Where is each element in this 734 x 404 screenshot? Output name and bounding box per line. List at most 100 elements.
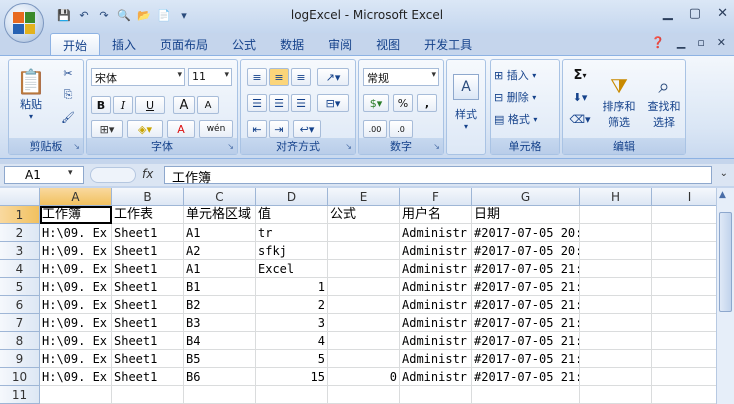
cell-e1[interactable]: 公式	[328, 206, 400, 224]
cell-a9[interactable]: H:\09. Ex	[40, 350, 112, 368]
row-header[interactable]: 3	[0, 242, 40, 260]
cell-g7[interactable]: #2017-07-05 21:48:45#	[472, 314, 580, 332]
cell-a11[interactable]	[40, 386, 112, 404]
cell-d2[interactable]: tr	[256, 224, 328, 242]
decrease-indent-icon[interactable]: ⇤	[247, 120, 267, 138]
cell-f4[interactable]: Administr	[400, 260, 472, 278]
tab-page-layout[interactable]: 页面布局	[148, 33, 220, 55]
cell-e7[interactable]	[328, 314, 400, 332]
cell-c2[interactable]: A1	[184, 224, 256, 242]
cell-b9[interactable]: Sheet1	[112, 350, 184, 368]
cell-e4[interactable]	[328, 260, 400, 278]
cell-c7[interactable]: B3	[184, 314, 256, 332]
cell-g2[interactable]: #2017-07-05 20:12:33#	[472, 224, 580, 242]
cell-e3[interactable]	[328, 242, 400, 260]
cell-e9[interactable]	[328, 350, 400, 368]
expand-formula-bar-icon[interactable]: ⌄	[720, 168, 728, 179]
wrap-text-icon[interactable]: ↩▾	[293, 120, 321, 138]
cell-g8[interactable]: #2017-07-05 21:48:46#	[472, 332, 580, 350]
cell-d6[interactable]: 2	[256, 296, 328, 314]
cell-f6[interactable]: Administr	[400, 296, 472, 314]
select-all-corner[interactable]	[0, 188, 40, 206]
cell-a2[interactable]: H:\09. Ex	[40, 224, 112, 242]
column-header-b[interactable]: B	[112, 188, 184, 206]
doc-minimize-icon[interactable]: ▁	[677, 36, 685, 49]
cell-f9[interactable]: Administr	[400, 350, 472, 368]
fill-color-icon[interactable]: ◈▾	[127, 120, 163, 138]
cell-g5[interactable]: #2017-07-05 21:48:44#	[472, 278, 580, 296]
font-color-button[interactable]: A	[167, 120, 195, 138]
underline-button[interactable]: U	[135, 96, 165, 114]
cell-c8[interactable]: B4	[184, 332, 256, 350]
cell-f1[interactable]: 用户名	[400, 206, 472, 224]
font-name-combo[interactable]: 宋体	[91, 68, 185, 86]
cell-a6[interactable]: H:\09. Ex	[40, 296, 112, 314]
maximize-icon[interactable]: ▢	[689, 6, 701, 21]
font-size-combo[interactable]: 11	[188, 68, 232, 86]
formula-bar-resize-handle[interactable]	[90, 167, 136, 183]
cell-c4[interactable]: A1	[184, 260, 256, 278]
insert-cells-button[interactable]: ⊞ 插入 ▾	[493, 66, 557, 84]
cell-g1[interactable]: 日期	[472, 206, 580, 224]
cell-b1[interactable]: 工作表	[112, 206, 184, 224]
fill-icon[interactable]: ⬇▾	[567, 88, 593, 106]
cell-d8[interactable]: 4	[256, 332, 328, 350]
cell-d5[interactable]: 1	[256, 278, 328, 296]
format-painter-icon[interactable]: 🖌	[59, 108, 77, 126]
align-middle-icon[interactable]: ≡	[269, 68, 289, 86]
copy-icon[interactable]: ⎘	[59, 86, 77, 104]
column-header-e[interactable]: E	[328, 188, 400, 206]
name-box-dropdown-icon[interactable]: ▾	[68, 168, 73, 178]
align-top-icon[interactable]: ≡	[247, 68, 267, 86]
cell-e10[interactable]: 0	[328, 368, 400, 386]
cell-h8[interactable]	[580, 332, 652, 350]
cell-c10[interactable]: B6	[184, 368, 256, 386]
cell-e5[interactable]	[328, 278, 400, 296]
cell-h1[interactable]	[580, 206, 652, 224]
cell-a5[interactable]: H:\09. Ex	[40, 278, 112, 296]
cell-c1[interactable]: 单元格区域	[184, 206, 256, 224]
cell-h5[interactable]	[580, 278, 652, 296]
cell-g10[interactable]: #2017-07-05 21:48:52#	[472, 368, 580, 386]
align-left-icon[interactable]: ☰	[247, 94, 267, 112]
column-header-c[interactable]: C	[184, 188, 256, 206]
column-header-a[interactable]: A	[40, 188, 112, 206]
cell-d4[interactable]: Excel	[256, 260, 328, 278]
sort-filter-button[interactable]: ⧩ 排序和 筛选	[597, 64, 641, 140]
cell-a7[interactable]: H:\09. Ex	[40, 314, 112, 332]
cell-h2[interactable]	[580, 224, 652, 242]
scroll-up-icon[interactable]: ▲	[719, 190, 726, 200]
cell-a3[interactable]: H:\09. Ex	[40, 242, 112, 260]
clear-icon[interactable]: ⌫▾	[567, 110, 593, 128]
increase-decimal-button[interactable]: .00	[363, 120, 387, 138]
cell-a8[interactable]: H:\09. Ex	[40, 332, 112, 350]
cell-e2[interactable]	[328, 224, 400, 242]
comma-button[interactable]: ,	[417, 94, 437, 112]
cell-b6[interactable]: Sheet1	[112, 296, 184, 314]
help-icon[interactable]: ❓	[651, 36, 665, 49]
number-format-combo[interactable]: 常规	[363, 68, 439, 86]
scroll-thumb[interactable]	[719, 212, 732, 312]
cell-c6[interactable]: B2	[184, 296, 256, 314]
cell-d10[interactable]: 15	[256, 368, 328, 386]
row-header[interactable]: 7	[0, 314, 40, 332]
increase-indent-icon[interactable]: ⇥	[269, 120, 289, 138]
tab-insert[interactable]: 插入	[100, 33, 148, 55]
row-header[interactable]: 10	[0, 368, 40, 386]
cell-b11[interactable]	[112, 386, 184, 404]
cell-h11[interactable]	[580, 386, 652, 404]
row-header[interactable]: 1	[0, 206, 40, 224]
close-icon[interactable]: ✕	[717, 6, 728, 21]
align-right-icon[interactable]: ☰	[291, 94, 311, 112]
cell-d7[interactable]: 3	[256, 314, 328, 332]
minimize-icon[interactable]: ▁	[663, 6, 673, 21]
cell-f2[interactable]: Administr	[400, 224, 472, 242]
clipboard-launcher-icon[interactable]: ↘	[73, 142, 80, 151]
cell-f3[interactable]: Administr	[400, 242, 472, 260]
cell-f7[interactable]: Administr	[400, 314, 472, 332]
doc-close-icon[interactable]: ✕	[717, 36, 726, 49]
column-header-g[interactable]: G	[472, 188, 580, 206]
row-header[interactable]: 9	[0, 350, 40, 368]
cell-a1[interactable]: 工作簿	[40, 206, 112, 224]
cell-d9[interactable]: 5	[256, 350, 328, 368]
